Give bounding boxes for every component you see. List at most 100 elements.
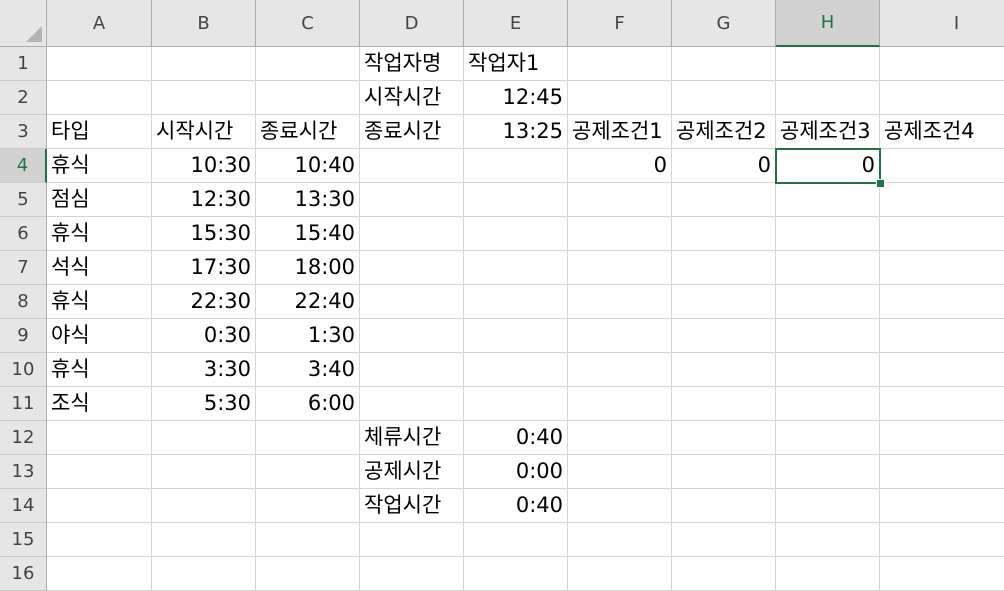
cell-d6[interactable]	[360, 217, 464, 251]
cell-b4[interactable]: 10:30	[152, 149, 256, 183]
cell-g6[interactable]	[672, 217, 776, 251]
cell-d14[interactable]: 작업시간	[360, 489, 464, 523]
cell-e12[interactable]: 0:40	[464, 421, 568, 455]
cell-b11[interactable]: 5:30	[152, 387, 256, 421]
cell-b14[interactable]	[152, 489, 256, 523]
cell-i4[interactable]	[880, 149, 1004, 183]
cell-e9[interactable]	[464, 319, 568, 353]
cell-c3[interactable]: 종료시간	[256, 115, 360, 149]
cell-e16[interactable]	[464, 557, 568, 591]
cell-i11[interactable]	[880, 387, 1004, 421]
cell-c15[interactable]	[256, 523, 360, 557]
cell-i15[interactable]	[880, 523, 1004, 557]
cell-g13[interactable]	[672, 455, 776, 489]
row-header-13[interactable]: 13	[0, 455, 47, 489]
cell-f5[interactable]	[568, 183, 672, 217]
cell-g9[interactable]	[672, 319, 776, 353]
cell-c2[interactable]	[256, 81, 360, 115]
cell-g10[interactable]	[672, 353, 776, 387]
cell-c8[interactable]: 22:40	[256, 285, 360, 319]
cell-i16[interactable]	[880, 557, 1004, 591]
cell-f2[interactable]	[568, 81, 672, 115]
row-header-2[interactable]: 2	[0, 81, 47, 115]
cell-a6[interactable]: 휴식	[47, 217, 152, 251]
cell-a4[interactable]: 휴식	[47, 149, 152, 183]
cell-h12[interactable]	[776, 421, 880, 455]
cell-i13[interactable]	[880, 455, 1004, 489]
cell-g5[interactable]	[672, 183, 776, 217]
cell-d5[interactable]	[360, 183, 464, 217]
cell-b10[interactable]: 3:30	[152, 353, 256, 387]
cell-b16[interactable]	[152, 557, 256, 591]
cell-g1[interactable]	[672, 47, 776, 81]
cell-a16[interactable]	[47, 557, 152, 591]
cell-f16[interactable]	[568, 557, 672, 591]
cell-d2[interactable]: 시작시간	[360, 81, 464, 115]
row-header-7[interactable]: 7	[0, 251, 47, 285]
cell-i10[interactable]	[880, 353, 1004, 387]
cell-e15[interactable]	[464, 523, 568, 557]
cell-g8[interactable]	[672, 285, 776, 319]
row-header-12[interactable]: 12	[0, 421, 47, 455]
cell-a15[interactable]	[47, 523, 152, 557]
cell-d4[interactable]	[360, 149, 464, 183]
cell-c4[interactable]: 10:40	[256, 149, 360, 183]
cell-a13[interactable]	[47, 455, 152, 489]
cell-b1[interactable]	[152, 47, 256, 81]
cell-i3[interactable]: 공제조건4	[880, 115, 1004, 149]
cell-a5[interactable]: 점심	[47, 183, 152, 217]
cell-e14[interactable]: 0:40	[464, 489, 568, 523]
cell-h5[interactable]	[776, 183, 880, 217]
cell-e6[interactable]	[464, 217, 568, 251]
cell-b3[interactable]: 시작시간	[152, 115, 256, 149]
cell-i6[interactable]	[880, 217, 1004, 251]
cell-g4[interactable]: 0	[672, 149, 776, 183]
cell-a8[interactable]: 휴식	[47, 285, 152, 319]
cell-d9[interactable]	[360, 319, 464, 353]
cell-d10[interactable]	[360, 353, 464, 387]
cell-b13[interactable]	[152, 455, 256, 489]
cell-f14[interactable]	[568, 489, 672, 523]
cell-h4[interactable]: 0	[776, 149, 880, 183]
cell-d1[interactable]: 작업자명	[360, 47, 464, 81]
cell-d8[interactable]	[360, 285, 464, 319]
row-header-14[interactable]: 14	[0, 489, 47, 523]
cell-i9[interactable]	[880, 319, 1004, 353]
column-header-c[interactable]: C	[256, 0, 360, 47]
cell-a9[interactable]: 야식	[47, 319, 152, 353]
row-header-5[interactable]: 5	[0, 183, 47, 217]
cell-i2[interactable]	[880, 81, 1004, 115]
fill-handle[interactable]	[876, 179, 885, 188]
cell-h9[interactable]	[776, 319, 880, 353]
cell-d11[interactable]	[360, 387, 464, 421]
row-header-3[interactable]: 3	[0, 115, 47, 149]
cell-i12[interactable]	[880, 421, 1004, 455]
cell-f4[interactable]: 0	[568, 149, 672, 183]
cell-i7[interactable]	[880, 251, 1004, 285]
cell-d7[interactable]	[360, 251, 464, 285]
cell-e5[interactable]	[464, 183, 568, 217]
cell-f13[interactable]	[568, 455, 672, 489]
cell-a3[interactable]: 타입	[47, 115, 152, 149]
cell-e7[interactable]	[464, 251, 568, 285]
cell-b8[interactable]: 22:30	[152, 285, 256, 319]
cell-h14[interactable]	[776, 489, 880, 523]
cell-h7[interactable]	[776, 251, 880, 285]
cell-d13[interactable]: 공제시간	[360, 455, 464, 489]
cell-c7[interactable]: 18:00	[256, 251, 360, 285]
cell-b5[interactable]: 12:30	[152, 183, 256, 217]
row-header-1[interactable]: 1	[0, 47, 47, 81]
column-header-g[interactable]: G	[672, 0, 776, 47]
cell-c11[interactable]: 6:00	[256, 387, 360, 421]
column-header-d[interactable]: D	[360, 0, 464, 47]
cell-g3[interactable]: 공제조건2	[672, 115, 776, 149]
cell-e8[interactable]	[464, 285, 568, 319]
cell-h2[interactable]	[776, 81, 880, 115]
cell-b2[interactable]	[152, 81, 256, 115]
cell-h13[interactable]	[776, 455, 880, 489]
cell-h3[interactable]: 공제조건3	[776, 115, 880, 149]
cell-i14[interactable]	[880, 489, 1004, 523]
cell-c5[interactable]: 13:30	[256, 183, 360, 217]
cell-c13[interactable]	[256, 455, 360, 489]
row-header-9[interactable]: 9	[0, 319, 47, 353]
